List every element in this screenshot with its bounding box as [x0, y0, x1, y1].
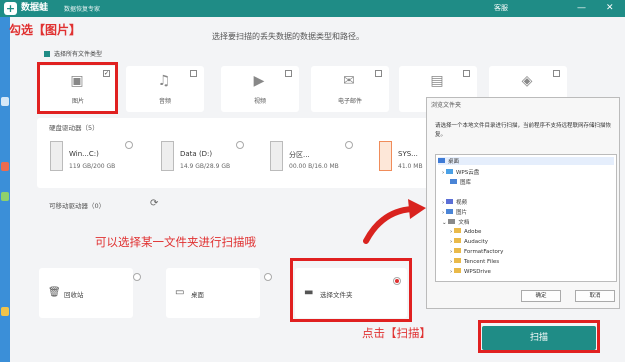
- drive-radio[interactable]: [345, 141, 353, 149]
- dialog-message: 请选择一个本地文件目录进行扫描，当前程序不支持远程联网存储扫描恢复。: [435, 123, 612, 138]
- folder-icon: [445, 199, 453, 204]
- folder-icon: [448, 219, 456, 224]
- desktop-shortcut-icon[interactable]: [1, 307, 9, 316]
- tree-node[interactable]: › Tencent Files: [450, 258, 499, 265]
- checkbox[interactable]: [285, 70, 292, 77]
- folder-icon: [450, 179, 457, 184]
- desktop-strip: [0, 17, 10, 362]
- folder-icon: [453, 248, 461, 253]
- location-recycle-bin[interactable]: 🗑 回收站: [39, 268, 133, 318]
- recycle-bin-icon: 🗑: [48, 287, 61, 298]
- select-all-label: 选择所有文件类型: [54, 51, 103, 58]
- checkbox[interactable]: [375, 70, 382, 77]
- tree-node[interactable]: › FormatFactory: [450, 248, 503, 255]
- drives-section-title: 硬盘驱动器（5）: [49, 124, 99, 132]
- annotation-arrow-icon: [363, 199, 426, 244]
- drive-icon: [270, 141, 283, 171]
- location-radio[interactable]: [133, 273, 141, 281]
- desktop-folder-icon: [438, 158, 445, 163]
- cloud-icon: [445, 169, 453, 174]
- highlight-scan-box: [478, 320, 600, 353]
- drive-name: SYS...: [398, 150, 418, 158]
- minimize-icon[interactable]: —: [577, 1, 586, 15]
- annotation-pick-images: 勾选【图片】: [9, 23, 82, 37]
- drive-radio[interactable]: [125, 141, 133, 149]
- tree-node[interactable]: › Audacity: [450, 238, 488, 245]
- annotation-click-scan: 点击【扫描】: [362, 326, 431, 340]
- tree-node[interactable]: › WPS云盘: [442, 168, 479, 176]
- checkbox[interactable]: [190, 70, 197, 77]
- tree-node[interactable]: › 视频: [442, 198, 467, 206]
- desktop-shortcut-icon[interactable]: [1, 162, 9, 171]
- desktop-shortcut-icon[interactable]: [1, 97, 9, 106]
- dialog-title: 浏览文件夹: [431, 102, 462, 109]
- app-window: + 数据蛙 数据恢复专家 客服 — ✕ 勾选【图片】 选择要扫描的丢失数据的数据…: [0, 0, 625, 362]
- folder-icon: [445, 209, 453, 214]
- removable-section-title: 可移动驱动器（0）: [49, 202, 106, 210]
- service-button[interactable]: 客服: [494, 3, 508, 13]
- audio-icon: ♫: [157, 73, 171, 89]
- drive-icon: [50, 141, 63, 171]
- checkbox-icon: [44, 51, 50, 57]
- tree-node[interactable]: ⌄ 文档: [442, 218, 469, 226]
- dialog-cancel-button[interactable]: 取消: [575, 290, 615, 302]
- close-icon[interactable]: ✕: [606, 1, 614, 15]
- location-radio[interactable]: [264, 273, 272, 281]
- other-icon: ◈: [521, 73, 533, 89]
- document-icon: ▤: [430, 73, 444, 89]
- desktop-icon: ▭: [175, 287, 185, 298]
- file-type-label: 视频: [253, 98, 266, 105]
- file-type-label: 音频: [158, 98, 171, 105]
- checkbox[interactable]: [553, 70, 560, 77]
- email-icon: ✉: [343, 73, 355, 89]
- annotation-select-folder: 可以选择某一文件夹进行扫描哦: [95, 235, 256, 249]
- app-name: 数据蛙: [21, 3, 49, 13]
- file-type-label: 电子邮件: [337, 98, 362, 105]
- drive-radio[interactable]: [236, 141, 244, 149]
- drive-name: 分区...: [289, 151, 310, 159]
- file-type-card-video[interactable]: ▶ 视频: [221, 66, 299, 112]
- drive-size: 14.9 GB/28.9 GB: [180, 163, 231, 170]
- tree-node[interactable]: › WPSDrive: [450, 268, 491, 275]
- folder-tree: 桌面 › WPS云盘 图库 › 视频 › 图片 ⌄ 文档 › Adobe › A…: [435, 154, 617, 282]
- drive-size: 00.00 B/16.0 MB: [289, 163, 339, 170]
- dialog-ok-button[interactable]: 确定: [521, 290, 561, 302]
- drive-icon: [379, 141, 392, 171]
- drive-size: 41.0 MB: [398, 163, 423, 170]
- tree-node[interactable]: › 图片: [442, 208, 467, 216]
- folder-icon: [453, 238, 461, 243]
- drive-name: Win...C:): [69, 150, 99, 158]
- tree-node[interactable]: › Adobe: [450, 228, 481, 235]
- app-logo-icon: +: [4, 2, 17, 15]
- drive-name: Data (D:): [180, 150, 213, 158]
- instruction-text: 选择要扫描的丢失数据的数据类型和路径。: [212, 32, 364, 41]
- browse-folder-dialog: 浏览文件夹 请选择一个本地文件目录进行扫描，当前程序不支持远程联网存储扫描恢复。…: [426, 97, 620, 309]
- title-bar: + 数据蛙 数据恢复专家 客服 — ✕: [0, 0, 625, 17]
- file-type-card-audio[interactable]: ♫ 音频: [126, 66, 204, 112]
- location-label: 桌面: [191, 291, 204, 299]
- drive-icon: [161, 141, 174, 171]
- folder-icon: [453, 268, 461, 273]
- tree-node[interactable]: 桌面: [438, 157, 614, 165]
- folder-icon: [453, 258, 461, 263]
- app-subtitle: 数据恢复专家: [64, 6, 101, 13]
- location-label: 回收站: [64, 291, 84, 299]
- refresh-icon[interactable]: ⟳: [150, 198, 158, 209]
- highlight-images-box: [37, 62, 118, 114]
- checkbox[interactable]: [463, 70, 470, 77]
- file-type-card-email[interactable]: ✉ 电子邮件: [311, 66, 389, 112]
- tree-node[interactable]: 图库: [450, 178, 471, 186]
- drive-size: 119 GB/200 GB: [69, 163, 116, 170]
- highlight-folder-box: [290, 258, 412, 322]
- location-desktop[interactable]: ▭ 桌面: [166, 268, 260, 318]
- video-icon: ▶: [253, 73, 265, 89]
- desktop-shortcut-icon[interactable]: [1, 192, 9, 201]
- select-all-checkbox[interactable]: 选择所有文件类型: [44, 49, 102, 58]
- folder-icon: [453, 228, 461, 233]
